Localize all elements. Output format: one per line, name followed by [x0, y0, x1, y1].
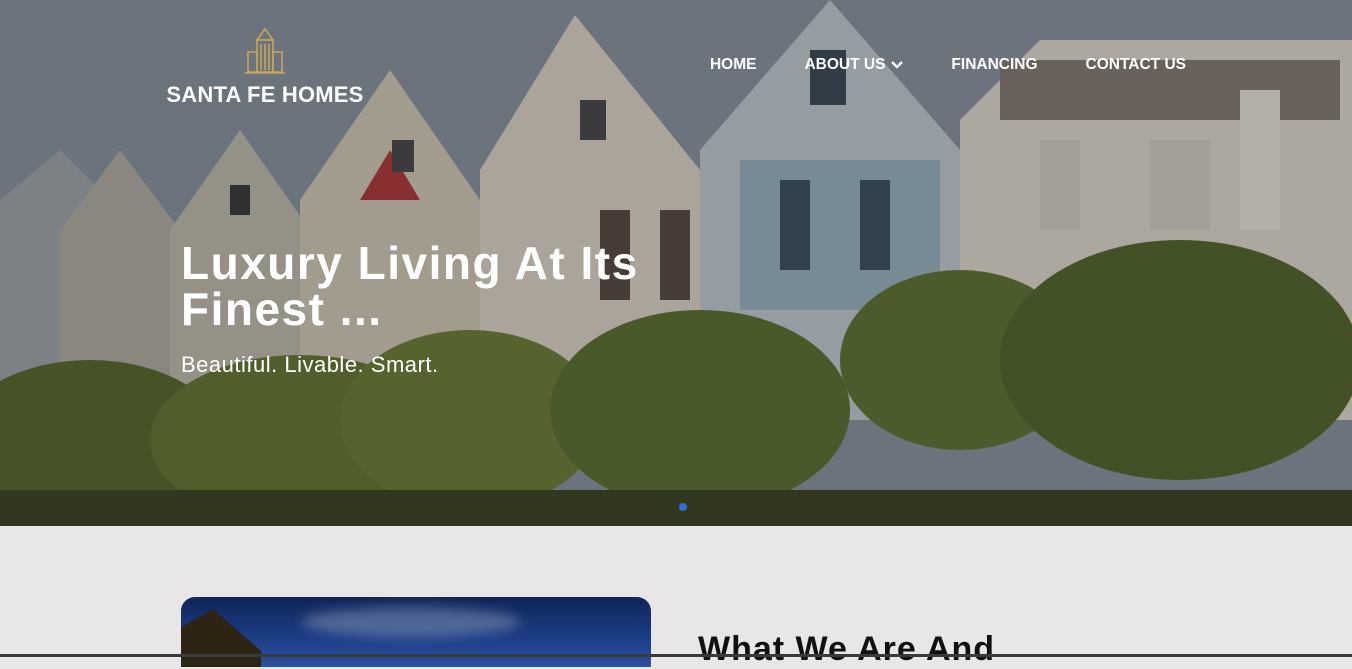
nav-item-label: ABOUT US [804, 56, 886, 73]
nav-item-financing[interactable]: FINANCING [951, 56, 1037, 74]
nav-item-label: HOME [709, 56, 757, 73]
main-navigation: HOME ABOUT US FINANCING CONTACT US [710, 56, 1186, 74]
brand-logo[interactable]: SANTA FE HOMES [160, 26, 370, 108]
building-logo-icon [245, 27, 285, 74]
hero-banner: SANTA FE HOMES HOME ABOUT US FINANCING C… [0, 0, 1352, 526]
hero-tagline: Beautiful. Livable. Smart. [181, 352, 439, 377]
nav-item-home[interactable]: HOME [710, 56, 757, 74]
section-title: What We Are And [698, 630, 996, 668]
cloud-shape [301, 607, 521, 637]
nav-item-about-us[interactable]: ABOUT US [804, 56, 904, 74]
nav-item-contact-us[interactable]: CONTACT US [1086, 56, 1186, 74]
nav-item-label: FINANCING [951, 56, 1038, 73]
brand-name: SANTA FE HOMES [166, 82, 364, 107]
chevron-down-icon [891, 56, 904, 74]
slider-dot[interactable] [679, 503, 687, 511]
hero-headline: Luxury Living At Its Finest ... [181, 237, 639, 335]
nav-item-label: CONTACT US [1085, 56, 1186, 73]
roof-shape [181, 609, 261, 667]
